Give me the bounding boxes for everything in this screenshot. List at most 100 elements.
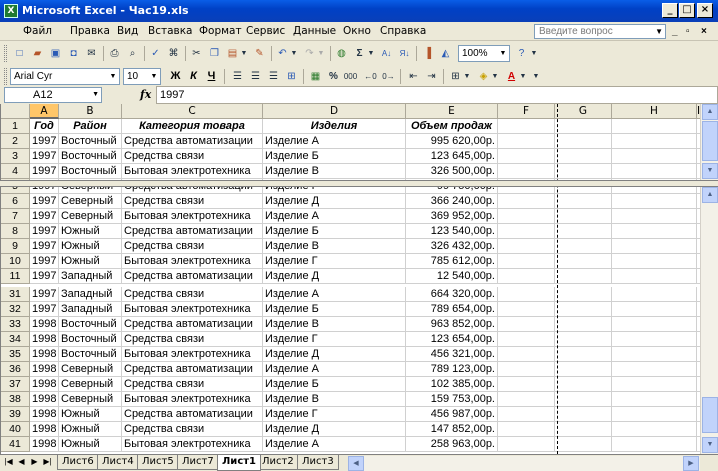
year-cell[interactable]: 1998 xyxy=(30,362,59,377)
year-cell[interactable]: 1998 xyxy=(30,377,59,392)
category-cell[interactable]: Средства связи xyxy=(122,287,263,302)
year-cell[interactable]: 1997 xyxy=(30,224,59,239)
empty-cell[interactable] xyxy=(555,269,612,284)
empty-cell[interactable] xyxy=(612,239,697,254)
year-cell[interactable]: 1998 xyxy=(30,347,59,362)
empty-cell[interactable] xyxy=(555,224,612,239)
increase-decimal-icon[interactable]: ←0 xyxy=(363,69,378,84)
help-search-box[interactable]: Введите вопрос ▼ xyxy=(534,24,666,39)
toolbar-options-icon[interactable]: ▼ xyxy=(532,69,540,84)
cut-icon[interactable]: ✂ xyxy=(189,46,204,61)
empty-cell[interactable] xyxy=(612,377,697,392)
product-cell[interactable]: Изделие Г xyxy=(263,332,406,347)
product-cell[interactable]: Изделие В xyxy=(263,164,406,179)
scroll-down-icon[interactable]: ▼ xyxy=(702,163,718,179)
product-cell[interactable]: Изделие В xyxy=(263,392,406,407)
paste-icon[interactable]: ▤ xyxy=(225,46,240,61)
column-header-d[interactable]: D xyxy=(263,104,406,119)
sheet-tab-1[interactable]: Лист6 xyxy=(57,455,99,470)
spelling-icon[interactable]: ✓ xyxy=(148,46,163,61)
new-document-icon[interactable]: □ xyxy=(12,46,27,61)
undo-dropdown-icon[interactable]: ▼ xyxy=(290,46,298,61)
year-cell[interactable]: 1997 xyxy=(30,149,59,164)
first-sheet-icon[interactable]: |◀ xyxy=(3,457,14,466)
empty-cell[interactable] xyxy=(498,437,555,452)
empty-cell[interactable] xyxy=(555,437,612,452)
empty-cell[interactable] xyxy=(555,302,612,317)
column-header-b[interactable]: B xyxy=(59,104,122,119)
empty-cell[interactable] xyxy=(498,332,555,347)
empty-cell[interactable] xyxy=(555,254,612,269)
volume-cell[interactable]: 785 612,00р. xyxy=(406,254,498,269)
doc-minimize-button[interactable]: _ xyxy=(672,26,678,37)
year-cell[interactable]: 1997 xyxy=(30,239,59,254)
empty-cell[interactable] xyxy=(555,407,612,422)
row-header[interactable]: 2 xyxy=(1,134,30,149)
product-cell[interactable]: Изделие Д xyxy=(263,269,406,284)
empty-cell[interactable] xyxy=(612,422,697,437)
font-size-select[interactable]: 10 ▼ xyxy=(123,68,161,85)
font-color-icon[interactable]: A xyxy=(504,69,519,84)
product-cell[interactable]: Изделие Б xyxy=(263,302,406,317)
product-cell[interactable]: Изделие Б xyxy=(263,377,406,392)
row-header[interactable]: 32 xyxy=(1,302,30,317)
product-cell[interactable]: Изделие Д xyxy=(263,347,406,362)
empty-cell[interactable] xyxy=(498,347,555,362)
font-name-dropdown-icon[interactable]: ▼ xyxy=(108,70,118,83)
toolbar-grip[interactable] xyxy=(4,45,7,62)
product-cell[interactable]: Изделие Г xyxy=(263,254,406,269)
sheet-tab-4[interactable]: Лист7 xyxy=(177,455,219,470)
font-name-select[interactable]: Arial Cyr ▼ xyxy=(10,68,120,85)
redo-icon[interactable]: ↷ xyxy=(302,46,317,61)
name-box[interactable]: A12 ▼ xyxy=(4,87,102,103)
bold-button[interactable]: Ж xyxy=(168,69,183,84)
category-cell[interactable]: Средства связи xyxy=(122,149,263,164)
product-cell[interactable]: Изделие Г xyxy=(263,407,406,422)
empty-cell[interactable] xyxy=(498,224,555,239)
empty-cell[interactable] xyxy=(612,347,697,362)
category-cell[interactable]: Средства автоматизации xyxy=(122,134,263,149)
scroll-thumb[interactable] xyxy=(702,121,718,161)
sheet-tab-7[interactable]: Лист3 xyxy=(297,455,339,470)
next-sheet-icon[interactable]: ▶ xyxy=(29,457,40,466)
drawing-icon[interactable]: ◭ xyxy=(438,46,453,61)
category-cell[interactable]: Средства связи xyxy=(122,377,263,392)
font-color-dropdown-icon[interactable]: ▼ xyxy=(519,69,527,84)
year-cell[interactable]: 1997 xyxy=(30,164,59,179)
empty-cell[interactable] xyxy=(555,164,612,179)
year-cell[interactable]: 1997 xyxy=(30,209,59,224)
pane-split-bar[interactable] xyxy=(0,180,718,187)
volume-cell[interactable]: 12 540,00р. xyxy=(406,269,498,284)
zoom-select[interactable]: 100% ▼ xyxy=(458,45,510,62)
copy-icon[interactable]: ❐ xyxy=(207,46,222,61)
autosum-dropdown-icon[interactable]: ▼ xyxy=(367,46,375,61)
borders-icon[interactable]: ⊞ xyxy=(448,69,463,84)
row-header[interactable]: 11 xyxy=(1,269,30,284)
empty-cell[interactable] xyxy=(612,392,697,407)
email-icon[interactable]: ✉ xyxy=(84,46,99,61)
select-all-corner[interactable] xyxy=(1,104,30,119)
region-cell[interactable]: Северный xyxy=(59,209,122,224)
merge-center-icon[interactable]: ⊞ xyxy=(284,69,299,84)
row-header[interactable]: 10 xyxy=(1,254,30,269)
vertical-scrollbar-bottom[interactable]: ▲ ▼ xyxy=(700,187,718,454)
redo-dropdown-icon[interactable]: ▼ xyxy=(317,46,325,61)
row-header[interactable]: 37 xyxy=(1,377,30,392)
empty-cell[interactable] xyxy=(555,347,612,362)
volume-cell[interactable]: 326 500,00р. xyxy=(406,164,498,179)
increase-indent-icon[interactable]: ⇥ xyxy=(424,69,439,84)
empty-cell[interactable] xyxy=(555,287,612,302)
format-painter-icon[interactable]: ✎ xyxy=(252,46,267,61)
decrease-decimal-icon[interactable]: 0→ xyxy=(381,69,396,84)
worksheet-grid[interactable]: ABCDEFGHI 1 Год Район Категория товара Издел… xyxy=(0,104,702,454)
volume-cell[interactable]: 369 952,00р. xyxy=(406,209,498,224)
empty-cell[interactable] xyxy=(498,164,555,179)
scroll-down-icon[interactable]: ▼ xyxy=(702,437,718,453)
menu-view[interactable]: Вид xyxy=(117,25,138,37)
row-header[interactable]: 8 xyxy=(1,224,30,239)
category-cell[interactable]: Бытовая электротехника xyxy=(122,302,263,317)
empty-cell[interactable] xyxy=(498,392,555,407)
font-size-dropdown-icon[interactable]: ▼ xyxy=(149,70,159,83)
product-cell[interactable]: Изделие А xyxy=(263,209,406,224)
category-cell[interactable]: Бытовая электротехника xyxy=(122,392,263,407)
